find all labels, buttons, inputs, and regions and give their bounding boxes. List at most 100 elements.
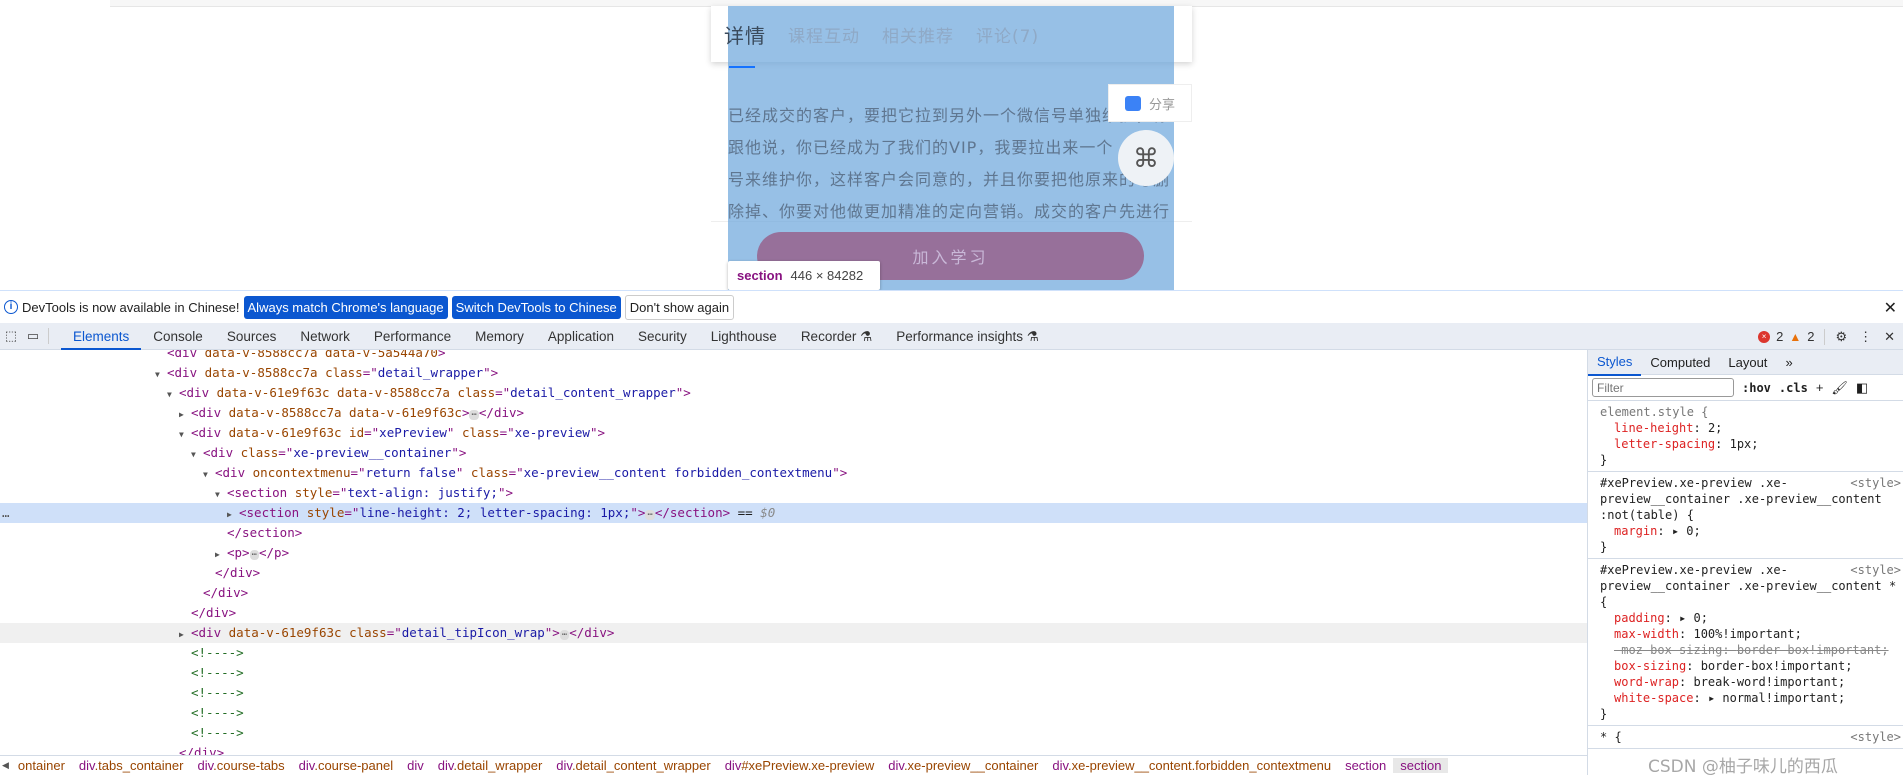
dom-node-row[interactable]: ▼ <div data-v-61e9f63c data-v-8588cc7a cl…	[0, 383, 1587, 403]
expand-triangle-icon[interactable]: ▶	[227, 505, 239, 525]
dom-node-row[interactable]: ▶ <div data-v-61e9f63c class="detail_tipI…	[0, 623, 1587, 643]
share-button[interactable]: 分享	[1108, 84, 1192, 122]
toggle-sidebar-icon[interactable]: ◧	[1856, 380, 1868, 396]
property-value[interactable]: ▸ 0;	[1672, 524, 1701, 538]
expand-triangle-icon[interactable]: ▼	[155, 365, 167, 385]
dom-node-row[interactable]: … ▶ <section style="line-height: 2; letter…	[0, 503, 1587, 523]
property-name[interactable]: word-wrap	[1614, 675, 1679, 689]
tab-elements[interactable]: Elements	[61, 323, 142, 350]
breadcrumb-item[interactable]: div.course-tabs	[190, 758, 291, 773]
close-devtools-icon[interactable]: ✕	[1884, 329, 1895, 345]
property-name[interactable]: max-width	[1614, 627, 1679, 641]
tab-memory[interactable]: Memory	[463, 323, 536, 350]
device-toolbar-icon[interactable]: ▭	[22, 328, 44, 344]
error-icon[interactable]: ×	[1758, 330, 1771, 343]
expand-triangle-icon[interactable]: ▶	[215, 545, 227, 565]
collapsed-content-ellipsis[interactable]: ⋯	[249, 550, 259, 560]
dom-node-row[interactable]: </section>	[0, 523, 1587, 543]
dom-node-row[interactable]: <!---->	[0, 703, 1587, 723]
hov-toggle[interactable]: :hov	[1742, 381, 1771, 395]
breadcrumb-item[interactable]: div#xePreview.xe-preview	[718, 758, 882, 773]
expand-triangle-icon[interactable]: ▶	[179, 405, 191, 425]
tab-sources[interactable]: Sources	[215, 323, 289, 350]
tab-application[interactable]: Application	[536, 323, 626, 350]
tab-styles[interactable]: Styles	[1588, 350, 1642, 376]
dont-show-again-button[interactable]: Don't show again	[624, 294, 735, 320]
close-icon[interactable]: ✕	[1884, 298, 1897, 318]
tab-layout[interactable]: Layout	[1719, 350, 1776, 375]
rule-source-link[interactable]: <style>	[1850, 475, 1901, 491]
property-name[interactable]: white-space	[1614, 691, 1693, 705]
breadcrumb-item[interactable]: div.xe-preview__container	[881, 758, 1045, 773]
tab-recommend[interactable]: 相关推荐	[882, 22, 954, 47]
property-name[interactable]: line-height	[1614, 421, 1693, 435]
error-count[interactable]: 2	[1776, 329, 1783, 344]
dom-node-row[interactable]: ▼ <div oncontextmenu="return false" class…	[0, 463, 1587, 483]
property-name[interactable]: letter-spacing	[1614, 437, 1715, 451]
dom-node-row[interactable]: </div>	[0, 583, 1587, 603]
breadcrumb-item[interactable]: div	[400, 758, 431, 773]
rule-source-link[interactable]: <style>	[1850, 729, 1901, 745]
tab-performance-insights[interactable]: Performance insights ⚗	[884, 323, 1051, 350]
tab-lighthouse[interactable]: Lighthouse	[699, 323, 789, 350]
breadcrumb-item[interactable]: ontainer	[11, 758, 72, 773]
scroll-left-icon[interactable]: ◀	[0, 760, 11, 771]
tab-security[interactable]: Security	[626, 323, 699, 350]
property-value[interactable]: 2;	[1708, 421, 1722, 435]
style-property[interactable]: -moz-box-sizing: border-box!important;	[1600, 642, 1903, 658]
dom-node-row[interactable]: ▼ <div class="xe-preview__container">	[0, 443, 1587, 463]
expand-triangle-icon[interactable]: ▼	[179, 425, 191, 445]
settings-gear-icon[interactable]: ⚙	[1835, 329, 1847, 345]
dom-node-row[interactable]: <!---->	[0, 643, 1587, 663]
dom-node-row[interactable]: <!---->	[0, 663, 1587, 683]
breadcrumb-item[interactable]: div.course-panel	[292, 758, 400, 773]
property-value[interactable]: border-box!important;	[1737, 643, 1889, 657]
tab-performance[interactable]: Performance	[362, 323, 463, 350]
inspect-element-icon[interactable]: ⬚	[0, 328, 22, 344]
tab-interaction[interactable]: 课程互动	[788, 22, 860, 47]
switch-to-chinese-button[interactable]: Switch DevTools to Chinese	[451, 295, 621, 319]
breadcrumb-item[interactable]: section	[1393, 758, 1449, 773]
property-name[interactable]: box-sizing	[1614, 659, 1686, 673]
always-match-language-button[interactable]: Always match Chrome's language	[243, 295, 448, 319]
rule-selector[interactable]: element.style {	[1600, 404, 1903, 420]
style-property[interactable]: margin: ▸ 0;	[1600, 523, 1903, 539]
property-value[interactable]: 1px;	[1730, 437, 1759, 451]
property-value[interactable]: ▸ 0;	[1679, 611, 1708, 625]
style-property[interactable]: max-width: 100%!important;	[1600, 626, 1903, 642]
dom-node-row[interactable]: ▶ <div data-v-8588cc7a data-v-61e9f63c> ⋯ <…	[0, 403, 1587, 423]
property-name[interactable]: margin	[1614, 524, 1657, 538]
paint-brush-icon[interactable]: 🖌	[1831, 380, 1848, 396]
property-name[interactable]: padding	[1614, 611, 1665, 625]
dom-node-row[interactable]: ▶ <p> ⋯ </p>	[0, 543, 1587, 563]
dom-node-row[interactable]: ▼ <div data-v-61e9f63c id="xePreview" cla…	[0, 423, 1587, 443]
dom-node-row[interactable]: ▼ <section style="text-align: justify;">	[0, 483, 1587, 503]
property-value[interactable]: ▸ normal!important;	[1708, 691, 1845, 705]
elements-dom-tree[interactable]: <div data-v-8588cc7a data-v-5a544a70> ▼ <d…	[0, 350, 1587, 755]
menu-grid-icon[interactable]: ⌘	[1118, 130, 1174, 186]
tab-network[interactable]: Network	[288, 323, 362, 350]
tab-recorder[interactable]: Recorder ⚗	[789, 323, 884, 350]
style-property[interactable]: line-height: 2;	[1600, 420, 1903, 436]
style-property[interactable]: padding: ▸ 0;	[1600, 610, 1903, 626]
dom-node-row[interactable]: <div data-v-8588cc7a data-v-5a544a70>	[0, 350, 1587, 363]
dom-node-row[interactable]: </div>	[0, 603, 1587, 623]
tab-computed[interactable]: Computed	[1641, 350, 1719, 375]
collapsed-content-ellipsis[interactable]: ⋯	[469, 410, 479, 420]
warning-count[interactable]: 2	[1807, 329, 1814, 344]
more-tabs-button[interactable]: »	[1776, 350, 1801, 375]
property-value[interactable]: border-box!important;	[1701, 659, 1853, 673]
cls-toggle[interactable]: .cls	[1779, 381, 1808, 395]
collapsed-content-ellipsis[interactable]: ⋯	[559, 630, 570, 640]
styles-filter-input[interactable]	[1592, 378, 1734, 397]
dom-node-row[interactable]: <!---->	[0, 723, 1587, 743]
property-name[interactable]: -moz-box-sizing	[1614, 643, 1722, 657]
breadcrumb-item[interactable]: div.detail_content_wrapper	[549, 758, 717, 773]
style-property[interactable]: box-sizing: border-box!important;	[1600, 658, 1903, 674]
dom-node-row[interactable]: </div>	[0, 563, 1587, 583]
expand-triangle-icon[interactable]: ▼	[191, 445, 203, 465]
tab-console[interactable]: Console	[141, 323, 215, 350]
style-property[interactable]: word-wrap: break-word!important;	[1600, 674, 1903, 690]
rule-source-link[interactable]: <style>	[1850, 562, 1901, 578]
style-property[interactable]: white-space: ▸ normal!important;	[1600, 690, 1903, 706]
